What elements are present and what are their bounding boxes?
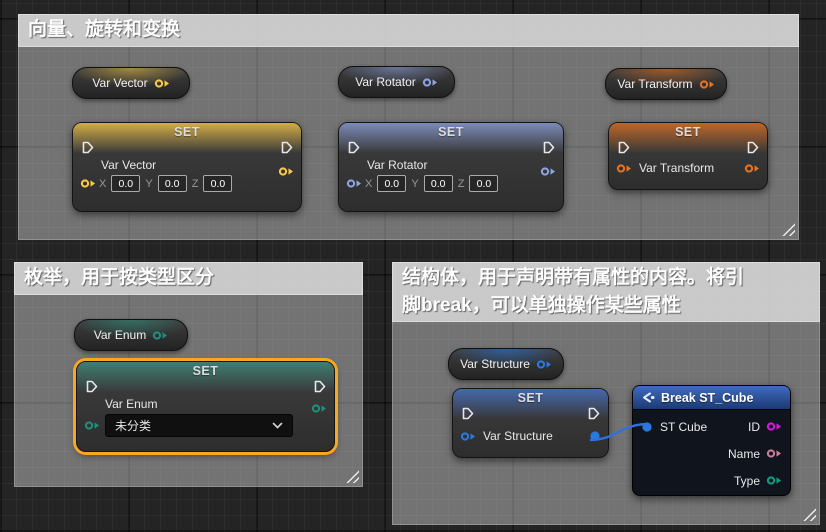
rotator-x-input[interactable] bbox=[377, 175, 406, 192]
exec-out-pin[interactable] bbox=[745, 140, 760, 155]
structure-output-pin-connected[interactable] bbox=[589, 430, 601, 442]
enum-output-pin[interactable] bbox=[311, 403, 327, 414]
node-break-st-cube[interactable]: Break ST_Cube ST Cube ID Name Type bbox=[632, 385, 791, 496]
chevron-down-icon bbox=[272, 422, 283, 429]
y-axis-label: Y bbox=[411, 178, 418, 190]
comment-title-vectors[interactable]: 向量、旋转和变换 bbox=[18, 14, 799, 47]
z-axis-label: Z bbox=[458, 178, 465, 190]
break-output-label-id: ID bbox=[748, 420, 760, 434]
set-var-label: Var Rotator bbox=[367, 159, 563, 172]
node-get-var-enum[interactable]: Var Enum bbox=[74, 319, 188, 351]
node-get-var-transform[interactable]: Var Transform bbox=[605, 68, 727, 100]
name-output-pin[interactable] bbox=[766, 448, 782, 459]
vector-z-input[interactable] bbox=[203, 175, 232, 192]
enum-input-pin[interactable] bbox=[84, 420, 100, 431]
set-var-label: Var Enum bbox=[105, 398, 334, 411]
comment-title-text: 向量、旋转和变换 bbox=[28, 19, 180, 40]
x-axis-label: X bbox=[365, 178, 372, 190]
exec-in-pin[interactable] bbox=[346, 140, 361, 155]
break-input-label: ST Cube bbox=[660, 420, 707, 434]
enum-value-dropdown[interactable]: 未分类 bbox=[105, 414, 293, 437]
transform-input-pin[interactable] bbox=[616, 163, 632, 174]
type-output-pin[interactable] bbox=[766, 475, 782, 486]
exec-in-pin[interactable] bbox=[80, 140, 95, 155]
vector-x-input[interactable] bbox=[111, 175, 140, 192]
var-transform-output-pin[interactable] bbox=[699, 79, 715, 90]
comment-title-text: 枚举，用于按类型区分 bbox=[24, 267, 214, 288]
transform-output-pin[interactable] bbox=[744, 163, 760, 174]
break-output-label-name: Name bbox=[728, 447, 760, 461]
vector-y-input[interactable] bbox=[158, 175, 187, 192]
set-var-label: Var Transform bbox=[639, 161, 714, 175]
break-struct-icon bbox=[641, 391, 655, 404]
blueprint-canvas[interactable]: 向量、旋转和变换 枚举，用于按类型区分 结构体，用于声明带有属性的内容。将引 脚… bbox=[0, 0, 826, 532]
getter-label: Var Enum bbox=[94, 328, 146, 342]
enum-selected-value: 未分类 bbox=[115, 417, 151, 434]
var-rotator-output-pin[interactable] bbox=[422, 77, 438, 88]
break-output-label-type: Type bbox=[734, 474, 760, 488]
rotator-output-pin[interactable] bbox=[540, 166, 556, 177]
exec-out-pin[interactable] bbox=[279, 140, 294, 155]
getter-label: Var Vector bbox=[92, 76, 147, 90]
node-set-var-transform[interactable]: SET Var Transform bbox=[608, 122, 768, 190]
node-set-var-enum[interactable]: SET Var Enum 未分类 bbox=[76, 361, 335, 452]
break-node-title: Break ST_Cube bbox=[661, 391, 753, 405]
node-set-var-rotator[interactable]: SET Var Rotator X Y Z bbox=[338, 122, 564, 212]
node-get-var-structure[interactable]: Var Structure bbox=[448, 348, 564, 380]
exec-out-pin[interactable] bbox=[586, 406, 601, 421]
var-structure-output-pin[interactable] bbox=[536, 359, 552, 370]
getter-label: Var Transform bbox=[617, 77, 692, 91]
comment-title-line1: 结构体，用于声明带有属性的内容。将引 bbox=[402, 264, 810, 292]
rotator-input-pin[interactable] bbox=[346, 178, 362, 189]
structure-input-pin[interactable] bbox=[460, 431, 476, 442]
comment-title-line2: 脚break，可以单独操作某些属性 bbox=[402, 292, 810, 320]
getter-label: Var Rotator bbox=[355, 75, 415, 89]
vector-output-pin[interactable] bbox=[278, 166, 294, 177]
exec-in-pin[interactable] bbox=[460, 406, 475, 421]
rotator-y-input[interactable] bbox=[424, 175, 453, 192]
exec-in-pin[interactable] bbox=[84, 379, 99, 394]
st-cube-input-pin-connected[interactable] bbox=[641, 421, 653, 433]
z-axis-label: Z bbox=[192, 178, 199, 190]
comment-title-structs[interactable]: 结构体，用于声明带有属性的内容。将引 脚break，可以单独操作某些属性 bbox=[392, 262, 820, 322]
exec-in-pin[interactable] bbox=[616, 140, 631, 155]
y-axis-label: Y bbox=[145, 178, 152, 190]
id-output-pin[interactable] bbox=[766, 421, 782, 432]
node-get-var-rotator[interactable]: Var Rotator bbox=[338, 66, 455, 98]
exec-out-pin[interactable] bbox=[312, 379, 327, 394]
comment-title-enums[interactable]: 枚举，用于按类型区分 bbox=[14, 262, 363, 295]
x-axis-label: X bbox=[99, 178, 106, 190]
rotator-z-input[interactable] bbox=[469, 175, 498, 192]
node-set-var-vector[interactable]: SET Var Vector X Y Z bbox=[72, 122, 302, 212]
node-get-var-vector[interactable]: Var Vector bbox=[72, 67, 190, 99]
getter-label: Var Structure bbox=[460, 357, 530, 371]
node-set-var-structure[interactable]: SET Var Structure bbox=[452, 388, 609, 458]
exec-out-pin[interactable] bbox=[541, 140, 556, 155]
set-var-label: Var Vector bbox=[101, 159, 301, 172]
set-var-label: Var Structure bbox=[483, 429, 553, 443]
var-vector-output-pin[interactable] bbox=[154, 78, 170, 89]
vector-input-pin[interactable] bbox=[80, 178, 96, 189]
var-enum-output-pin[interactable] bbox=[152, 330, 168, 341]
